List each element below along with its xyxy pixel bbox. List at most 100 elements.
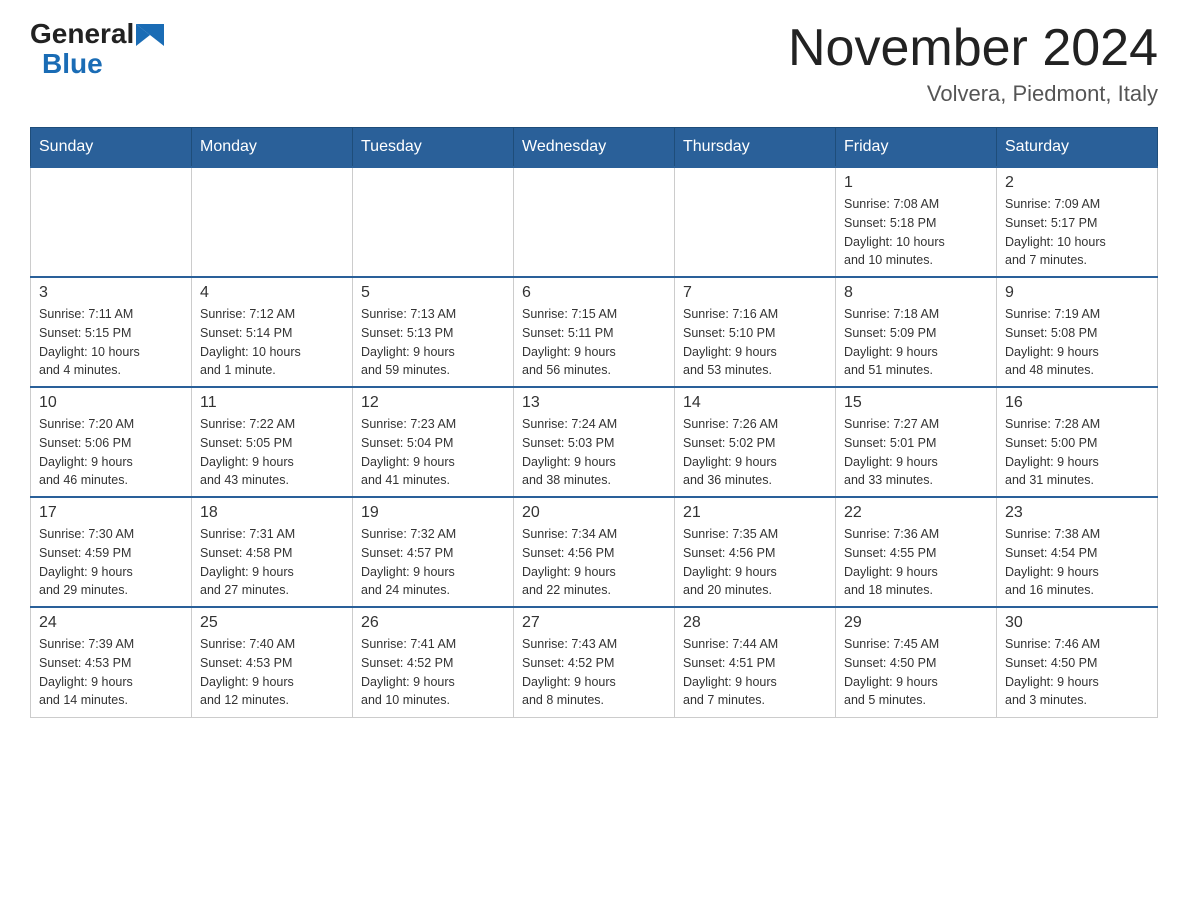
table-row	[353, 167, 514, 277]
day-info: Sunrise: 7:27 AMSunset: 5:01 PMDaylight:…	[844, 415, 988, 490]
day-info: Sunrise: 7:18 AMSunset: 5:09 PMDaylight:…	[844, 305, 988, 380]
logo: General Blue	[30, 20, 164, 80]
day-number: 9	[1005, 284, 1149, 302]
table-row: 17 Sunrise: 7:30 AMSunset: 4:59 PMDayligh…	[31, 497, 192, 607]
day-number: 15	[844, 394, 988, 412]
day-info: Sunrise: 7:41 AMSunset: 4:52 PMDaylight:…	[361, 635, 505, 710]
table-row: 27 Sunrise: 7:43 AMSunset: 4:52 PMDayligh…	[514, 607, 675, 717]
day-info: Sunrise: 7:38 AMSunset: 4:54 PMDaylight:…	[1005, 525, 1149, 600]
table-row: 19Sunrise: 7:32 AMSunset: 4:57 PMDayligh…	[353, 497, 514, 607]
table-row: 21 Sunrise: 7:35 AMSunset: 4:56 PMDayligh…	[675, 497, 836, 607]
table-row: 22 Sunrise: 7:36 AMSunset: 4:55 PMDayligh…	[836, 497, 997, 607]
table-row: 13 Sunrise: 7:24 AMSunset: 5:03 PMDayligh…	[514, 387, 675, 497]
day-number: 24	[39, 614, 183, 632]
day-info: Sunrise: 7:31 AMSunset: 4:58 PMDaylight:…	[200, 525, 344, 600]
day-number: 27	[522, 614, 666, 632]
day-info: Sunrise: 7:28 AMSunset: 5:00 PMDaylight:…	[1005, 415, 1149, 490]
table-row: 16 Sunrise: 7:28 AMSunset: 5:00 PMDayligh…	[997, 387, 1158, 497]
day-info: Sunrise: 7:16 AMSunset: 5:10 PMDaylight:…	[683, 305, 827, 380]
day-number: 3	[39, 284, 183, 302]
calendar-week-row: 1 Sunrise: 7:08 AMSunset: 5:18 PMDaylight…	[31, 167, 1158, 277]
header-wednesday: Wednesday	[514, 128, 675, 168]
day-info: Sunrise: 7:09 AMSunset: 5:17 PMDaylight:…	[1005, 195, 1149, 270]
table-row	[192, 167, 353, 277]
table-row	[31, 167, 192, 277]
calendar-subtitle: Volvera, Piedmont, Italy	[788, 81, 1158, 107]
day-info: Sunrise: 7:44 AMSunset: 4:51 PMDaylight:…	[683, 635, 827, 710]
table-row: 18 Sunrise: 7:31 AMSunset: 4:58 PMDayligh…	[192, 497, 353, 607]
day-number: 25	[200, 614, 344, 632]
day-number: 29	[844, 614, 988, 632]
day-info: Sunrise: 7:32 AMSunset: 4:57 PMDaylight:…	[361, 525, 505, 600]
day-number: 14	[683, 394, 827, 412]
title-block: November 2024 Volvera, Piedmont, Italy	[788, 20, 1158, 107]
day-number: 18	[200, 504, 344, 522]
day-info: Sunrise: 7:40 AMSunset: 4:53 PMDaylight:…	[200, 635, 344, 710]
header-thursday: Thursday	[675, 128, 836, 168]
table-row: 9 Sunrise: 7:19 AMSunset: 5:08 PMDaylight…	[997, 277, 1158, 387]
day-number: 6	[522, 284, 666, 302]
header-monday: Monday	[192, 128, 353, 168]
day-number: 5	[361, 284, 505, 302]
day-info: Sunrise: 7:08 AMSunset: 5:18 PMDaylight:…	[844, 195, 988, 270]
day-number: 16	[1005, 394, 1149, 412]
day-number: 28	[683, 614, 827, 632]
day-info: Sunrise: 7:43 AMSunset: 4:52 PMDaylight:…	[522, 635, 666, 710]
day-number: 26	[361, 614, 505, 632]
day-info: Sunrise: 7:24 AMSunset: 5:03 PMDaylight:…	[522, 415, 666, 490]
logo-general-text: General	[30, 20, 134, 48]
table-row: 24Sunrise: 7:39 AMSunset: 4:53 PMDayligh…	[31, 607, 192, 717]
day-number: 30	[1005, 614, 1149, 632]
table-row: 26 Sunrise: 7:41 AMSunset: 4:52 PMDayligh…	[353, 607, 514, 717]
header-sunday: Sunday	[31, 128, 192, 168]
day-info: Sunrise: 7:46 AMSunset: 4:50 PMDaylight:…	[1005, 635, 1149, 710]
calendar-week-row: 3Sunrise: 7:11 AMSunset: 5:15 PMDaylight…	[31, 277, 1158, 387]
table-row: 1 Sunrise: 7:08 AMSunset: 5:18 PMDaylight…	[836, 167, 997, 277]
table-row: 2 Sunrise: 7:09 AMSunset: 5:17 PMDaylight…	[997, 167, 1158, 277]
day-number: 23	[1005, 504, 1149, 522]
day-number: 4	[200, 284, 344, 302]
table-row: 7Sunrise: 7:16 AMSunset: 5:10 PMDaylight…	[675, 277, 836, 387]
table-row	[675, 167, 836, 277]
calendar-header-row: Sunday Monday Tuesday Wednesday Thursday…	[31, 128, 1158, 168]
day-info: Sunrise: 7:22 AMSunset: 5:05 PMDaylight:…	[200, 415, 344, 490]
table-row: 20 Sunrise: 7:34 AMSunset: 4:56 PMDayligh…	[514, 497, 675, 607]
day-info: Sunrise: 7:34 AMSunset: 4:56 PMDaylight:…	[522, 525, 666, 600]
table-row: 30 Sunrise: 7:46 AMSunset: 4:50 PMDayligh…	[997, 607, 1158, 717]
table-row: 25 Sunrise: 7:40 AMSunset: 4:53 PMDayligh…	[192, 607, 353, 717]
calendar-title: November 2024	[788, 20, 1158, 77]
table-row	[514, 167, 675, 277]
calendar-table: Sunday Monday Tuesday Wednesday Thursday…	[30, 127, 1158, 718]
calendar-week-row: 17 Sunrise: 7:30 AMSunset: 4:59 PMDayligh…	[31, 497, 1158, 607]
day-number: 2	[1005, 174, 1149, 192]
logo-flag-icon	[136, 24, 164, 46]
table-row: 28 Sunrise: 7:44 AMSunset: 4:51 PMDayligh…	[675, 607, 836, 717]
table-row: 14 Sunrise: 7:26 AMSunset: 5:02 PMDayligh…	[675, 387, 836, 497]
day-info: Sunrise: 7:20 AMSunset: 5:06 PMDaylight:…	[39, 415, 183, 490]
table-row: 15 Sunrise: 7:27 AMSunset: 5:01 PMDayligh…	[836, 387, 997, 497]
day-number: 22	[844, 504, 988, 522]
day-info: Sunrise: 7:26 AMSunset: 5:02 PMDaylight:…	[683, 415, 827, 490]
day-number: 17	[39, 504, 183, 522]
day-info: Sunrise: 7:19 AMSunset: 5:08 PMDaylight:…	[1005, 305, 1149, 380]
calendar-week-row: 10Sunrise: 7:20 AMSunset: 5:06 PMDayligh…	[31, 387, 1158, 497]
day-info: Sunrise: 7:12 AMSunset: 5:14 PMDaylight:…	[200, 305, 344, 380]
day-number: 13	[522, 394, 666, 412]
day-number: 20	[522, 504, 666, 522]
table-row: 3Sunrise: 7:11 AMSunset: 5:15 PMDaylight…	[31, 277, 192, 387]
header-saturday: Saturday	[997, 128, 1158, 168]
table-row: 23 Sunrise: 7:38 AMSunset: 4:54 PMDayligh…	[997, 497, 1158, 607]
header-tuesday: Tuesday	[353, 128, 514, 168]
day-info: Sunrise: 7:15 AMSunset: 5:11 PMDaylight:…	[522, 305, 666, 380]
day-number: 21	[683, 504, 827, 522]
day-info: Sunrise: 7:36 AMSunset: 4:55 PMDaylight:…	[844, 525, 988, 600]
day-number: 1	[844, 174, 988, 192]
table-row: 10Sunrise: 7:20 AMSunset: 5:06 PMDayligh…	[31, 387, 192, 497]
day-info: Sunrise: 7:35 AMSunset: 4:56 PMDaylight:…	[683, 525, 827, 600]
header-friday: Friday	[836, 128, 997, 168]
table-row: 29Sunrise: 7:45 AMSunset: 4:50 PMDayligh…	[836, 607, 997, 717]
table-row: 6 Sunrise: 7:15 AMSunset: 5:11 PMDaylight…	[514, 277, 675, 387]
day-info: Sunrise: 7:30 AMSunset: 4:59 PMDaylight:…	[39, 525, 183, 600]
day-number: 8	[844, 284, 988, 302]
calendar-week-row: 24Sunrise: 7:39 AMSunset: 4:53 PMDayligh…	[31, 607, 1158, 717]
